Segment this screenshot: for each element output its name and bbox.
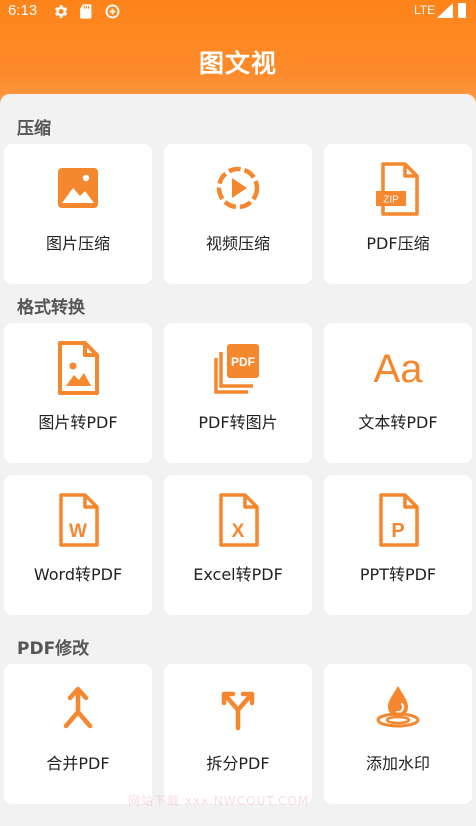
settings-gear-icon xyxy=(55,5,68,18)
excel-file-icon: X xyxy=(219,493,259,547)
add-watermark-card[interactable]: 添加水印 xyxy=(324,664,472,804)
image-to-pdf-label: 图片转PDF xyxy=(38,413,118,432)
ppt-p-text: P xyxy=(391,520,404,542)
video-compress-card[interactable]: 视频压缩 xyxy=(164,144,312,284)
video-compress-label: 视频压缩 xyxy=(205,234,270,253)
split-icon xyxy=(221,691,255,731)
image-compress-card[interactable]: 图片压缩 xyxy=(4,144,152,284)
excel-x-text: X xyxy=(232,521,245,542)
image-icon xyxy=(58,168,98,208)
battery-icon xyxy=(458,3,466,18)
pdf-to-image-label: PDF转图片 xyxy=(198,413,278,432)
text-to-pdf-label: 文本转PDF xyxy=(358,413,438,432)
status-time: 6:13 xyxy=(8,2,38,19)
ppt-to-pdf-card[interactable]: P PPT转PDF xyxy=(324,475,472,615)
section-title-pdf-edit: PDF修改 xyxy=(17,639,90,659)
pdf-compress-label: PDF压缩 xyxy=(366,234,430,253)
pdf-compress-card[interactable]: ZIP PDF压缩 xyxy=(324,144,472,284)
merge-pdf-card[interactable]: 合并PDF xyxy=(4,664,152,804)
word-w-text: W xyxy=(69,521,87,542)
ppt-file-icon: P xyxy=(379,493,419,547)
split-pdf-card[interactable]: 拆分PDF xyxy=(164,664,312,804)
text-aa-icon: Aa xyxy=(374,347,423,391)
word-file-icon: W xyxy=(59,493,99,547)
excel-to-pdf-label: Excel转PDF xyxy=(193,565,283,584)
zip-text: ZIP xyxy=(383,195,399,206)
image-file-icon xyxy=(58,341,99,395)
status-bar: 6:13 LTE xyxy=(0,0,476,24)
video-play-icon xyxy=(216,166,260,210)
watermark-drop-icon xyxy=(376,686,420,728)
image-compress-label: 图片压缩 xyxy=(45,234,110,253)
data-saver-icon xyxy=(105,4,120,19)
image-to-pdf-card[interactable]: 图片转PDF xyxy=(4,323,152,463)
excel-to-pdf-card[interactable]: X Excel转PDF xyxy=(164,475,312,615)
sd-card-icon xyxy=(80,4,92,19)
pdf-text: PDF xyxy=(231,355,255,369)
word-to-pdf-card[interactable]: W Word转PDF xyxy=(4,475,152,615)
merge-icon xyxy=(63,686,93,729)
signal-icon xyxy=(437,3,453,18)
zip-file-icon: ZIP xyxy=(376,162,419,216)
section-title-convert: 格式转换 xyxy=(17,298,85,318)
section-title-compress: 压缩 xyxy=(17,119,51,139)
network-type: LTE xyxy=(414,3,436,17)
word-to-pdf-label: Word转PDF xyxy=(33,565,123,584)
text-to-pdf-card[interactable]: Aa 文本转PDF xyxy=(324,323,472,463)
ppt-to-pdf-label: PPT转PDF xyxy=(359,565,437,584)
add-watermark-label: 添加水印 xyxy=(365,754,430,773)
site-watermark: 网站下载 xxx.NWCOUT.COM xyxy=(128,794,310,808)
app-header: 6:13 LTE 图文视 xyxy=(0,0,476,104)
split-pdf-label: 拆分PDF xyxy=(206,754,270,773)
pdf-stack-icon: PDF xyxy=(214,344,259,394)
aa-text: Aa xyxy=(374,347,423,391)
app-title: 图文视 xyxy=(198,49,277,78)
pdf-to-image-card[interactable]: PDF PDF转图片 xyxy=(164,323,312,463)
merge-pdf-label: 合并PDF xyxy=(46,754,110,773)
